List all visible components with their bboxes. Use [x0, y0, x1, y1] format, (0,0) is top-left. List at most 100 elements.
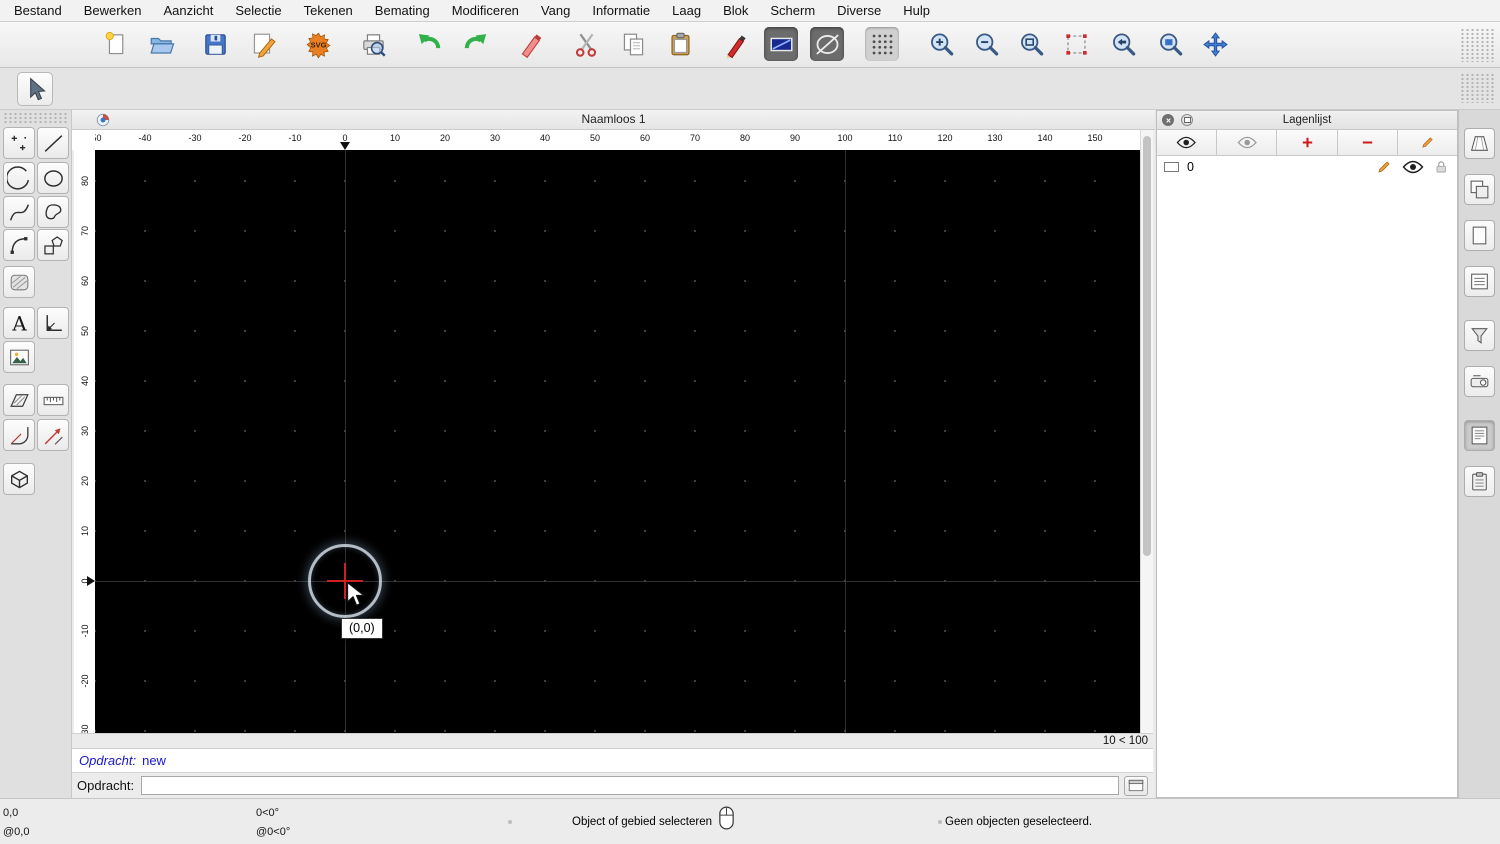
vertical-scrollbar[interactable] — [1140, 130, 1153, 733]
layer-edit-icon[interactable] — [1377, 160, 1391, 174]
grid-dot — [95, 580, 96, 582]
menu-item-bestand[interactable]: Bestand — [3, 3, 73, 18]
menu-item-bewerken[interactable]: Bewerken — [73, 3, 153, 18]
panel-projector-button[interactable] — [1464, 366, 1495, 397]
tool-spline[interactable] — [3, 196, 35, 228]
zoom-window-button[interactable] — [1153, 27, 1187, 61]
redo-button[interactable] — [458, 27, 492, 61]
menu-item-hulp[interactable]: Hulp — [892, 3, 941, 18]
grid-dot — [144, 280, 146, 282]
grid-dot — [744, 380, 746, 382]
tool-circle[interactable] — [37, 162, 69, 194]
menu-item-modificeren[interactable]: Modificeren — [441, 3, 530, 18]
grid-dot — [1044, 330, 1046, 332]
edit-layers-button[interactable] — [1398, 130, 1457, 155]
pan-button[interactable] — [1198, 27, 1232, 61]
tool-measure[interactable] — [3, 419, 35, 451]
grid-dot — [894, 730, 896, 732]
h-ruler-tick: -40 — [138, 133, 152, 143]
menu-item-diverse[interactable]: Diverse — [826, 3, 892, 18]
new-file-button[interactable] — [98, 27, 132, 61]
menu-item-tekenen[interactable]: Tekenen — [293, 3, 364, 18]
tool-box-3d[interactable] — [3, 463, 35, 495]
grid-toggle-button[interactable] — [865, 27, 899, 61]
grid-dot — [544, 380, 546, 382]
menu-item-bemating[interactable]: Bemating — [364, 3, 441, 18]
layer-lock-icon[interactable] — [1435, 160, 1447, 174]
tool-image[interactable] — [3, 341, 35, 373]
grid-dot — [794, 680, 796, 682]
edit-document-button[interactable] — [246, 27, 280, 61]
command-input[interactable] — [141, 776, 1119, 795]
draw-pen-button[interactable] — [718, 27, 752, 61]
tool-pattern[interactable] — [3, 384, 35, 416]
zoom-previous-button[interactable] — [1106, 27, 1140, 61]
menu-item-scherm[interactable]: Scherm — [759, 3, 826, 18]
tool-snap-axis[interactable] — [37, 419, 69, 451]
drawing-canvas[interactable]: (0,0) — [95, 150, 1140, 733]
cut-button[interactable] — [569, 27, 603, 61]
delete-button[interactable] — [514, 27, 548, 61]
undo-button[interactable] — [412, 27, 446, 61]
panel-render-button[interactable] — [1464, 174, 1495, 205]
zoom-in-button[interactable] — [924, 27, 958, 61]
grid-dot — [944, 280, 946, 282]
fill-none-button[interactable] — [810, 27, 844, 61]
layer-panel-title: Lagenlijst — [1282, 114, 1332, 126]
zoom-out-button[interactable] — [969, 27, 1003, 61]
tool-polygon[interactable] — [37, 229, 69, 261]
tool-ruler[interactable] — [37, 384, 69, 416]
tool-hatch[interactable] — [3, 266, 35, 298]
current-tool-button[interactable] — [17, 72, 53, 106]
svg-export-button[interactable]: SVG — [301, 27, 335, 61]
grid-dot — [194, 730, 196, 732]
dim-layers-button[interactable] — [1217, 130, 1278, 155]
tool-arc-segment[interactable] — [3, 229, 35, 261]
grid-dot — [344, 430, 346, 432]
command-console-button[interactable] — [1124, 775, 1148, 796]
mouse-hint-icon — [717, 805, 736, 831]
tool-points[interactable] — [3, 127, 35, 159]
tool-freehand[interactable] — [37, 196, 69, 228]
menu-item-blok[interactable]: Blok — [712, 3, 759, 18]
document-titlebar[interactable]: Naamloos 1 — [72, 110, 1155, 130]
add-layer-button[interactable] — [1277, 130, 1338, 155]
panel-filter-button[interactable] — [1464, 320, 1495, 351]
copy-button[interactable] — [616, 27, 650, 61]
panel-list-button[interactable] — [1464, 266, 1495, 297]
delete-icon — [517, 30, 546, 59]
tool-text[interactable]: A — [3, 307, 35, 339]
menu-item-selectie[interactable]: Selectie — [224, 3, 292, 18]
line-attributes-button[interactable] — [764, 27, 798, 61]
zoom-fit-button[interactable] — [1014, 27, 1048, 61]
tool-dimension[interactable] — [37, 307, 69, 339]
save-file-button[interactable] — [198, 27, 232, 61]
menu-item-informatie[interactable]: Informatie — [581, 3, 661, 18]
pattern-icon — [7, 388, 32, 413]
remove-layer-button[interactable] — [1338, 130, 1398, 155]
palette-drag-handle — [3, 112, 69, 124]
vertical-scrollbar-thumb[interactable] — [1143, 136, 1151, 556]
box-3d-icon — [7, 467, 32, 492]
panel-close-button[interactable] — [1162, 114, 1174, 126]
panel-clipboard-button[interactable] — [1464, 466, 1495, 497]
panel-editor-button[interactable] — [1464, 420, 1495, 451]
panel-page-button[interactable] — [1464, 220, 1495, 251]
tool-arc[interactable] — [3, 162, 35, 194]
grid-dot — [194, 180, 196, 182]
menu-item-vang[interactable]: Vang — [530, 3, 581, 18]
paste-button[interactable] — [663, 27, 697, 61]
layer-row[interactable]: 0 — [1157, 156, 1457, 178]
tool-line[interactable] — [37, 127, 69, 159]
menu-item-aanzicht[interactable]: Aanzicht — [153, 3, 225, 18]
grid-dot — [294, 730, 296, 732]
layer-visibility-icon[interactable] — [1402, 160, 1424, 174]
zoom-refresh-button[interactable] — [1059, 27, 1093, 61]
grid-dot — [1044, 280, 1046, 282]
open-file-button[interactable] — [144, 27, 178, 61]
panel-3d-button[interactable] — [1464, 128, 1495, 159]
show-all-layers-button[interactable] — [1157, 130, 1218, 155]
print-preview-button[interactable] — [356, 27, 390, 61]
panel-detach-button[interactable] — [1181, 114, 1193, 126]
menu-item-laag[interactable]: Laag — [661, 3, 712, 18]
